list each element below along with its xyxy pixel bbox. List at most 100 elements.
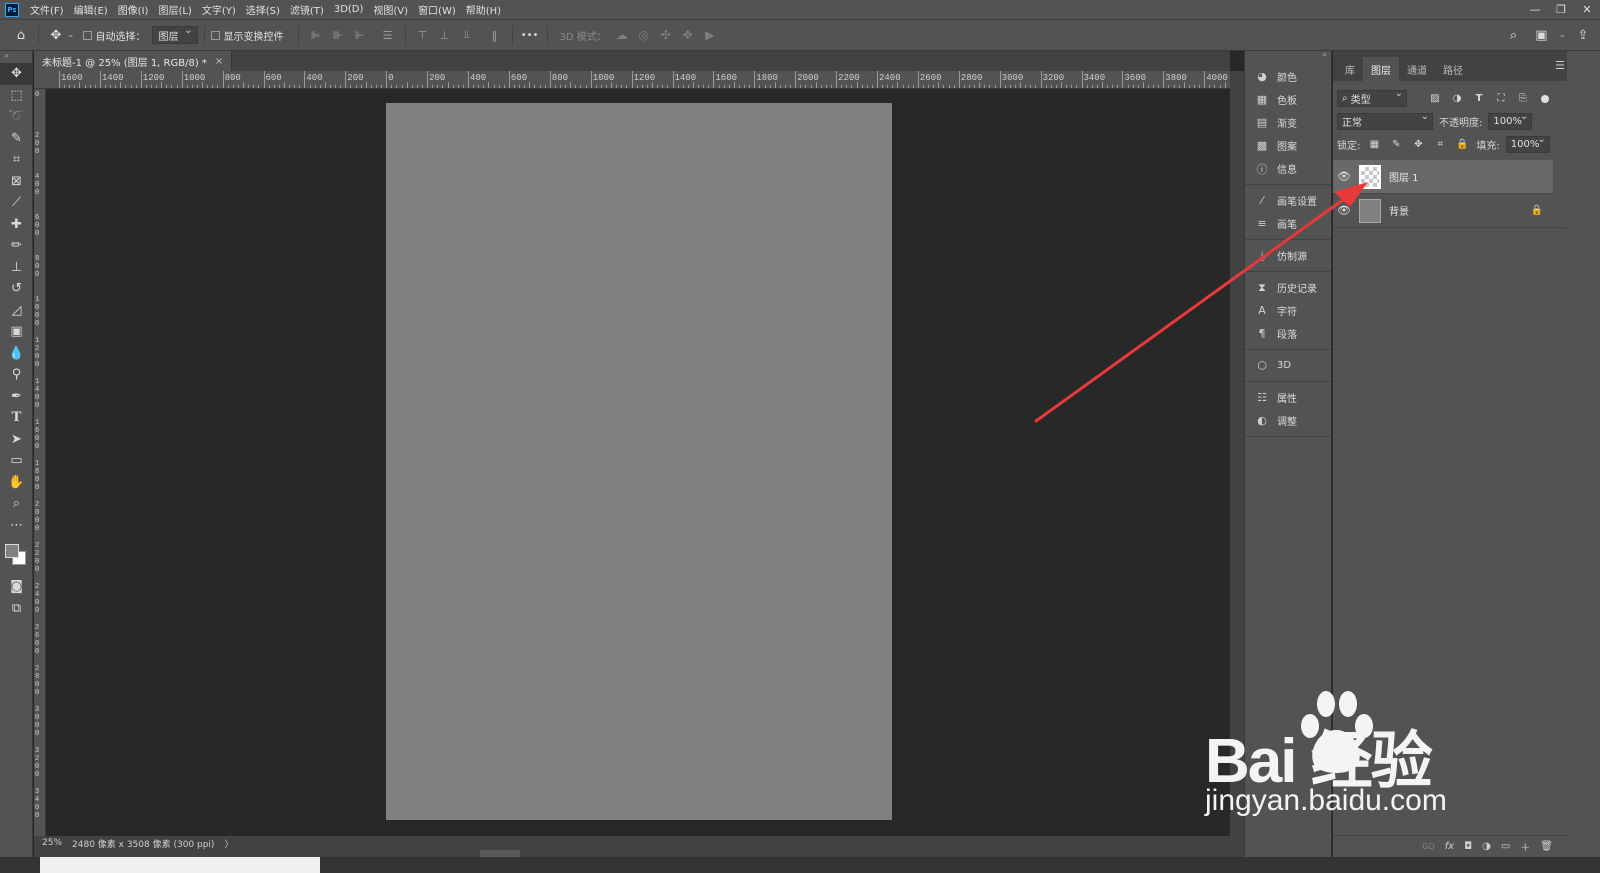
collapse-icon[interactable]: » [0, 51, 32, 63]
menu-image[interactable]: 图像(I) [113, 2, 154, 17]
checkbox-box[interactable] [210, 30, 220, 40]
eyedropper-tool-icon[interactable]: ⟋ [0, 192, 33, 214]
chevron-down-icon[interactable]: ⌄ [67, 30, 75, 40]
menu-help[interactable]: 帮助(H) [461, 2, 506, 17]
layer-row-layer-1[interactable]: 👁 图层 1 [1333, 160, 1553, 194]
align-top-icon[interactable]: ⊤ [412, 24, 434, 46]
add-mask-icon[interactable]: ◘ [1464, 841, 1472, 852]
new-layer-icon[interactable]: ＋ [1520, 839, 1530, 854]
close-button[interactable]: ✕ [1574, 0, 1600, 19]
panel-menu-icon[interactable]: ☰ [1555, 59, 1565, 72]
share-icon[interactable]: ⇪ [1572, 24, 1594, 46]
clone-stamp-tool-icon[interactable]: ⊥ [0, 257, 33, 279]
menu-view[interactable]: 视图(V) [368, 2, 413, 17]
menu-layer[interactable]: 图层(L) [153, 2, 196, 17]
dock-item-properties[interactable]: ☷ 属性 [1245, 386, 1331, 409]
tab-channels[interactable]: 通道 [1399, 57, 1435, 81]
collapse-icon[interactable]: « [1245, 51, 1331, 61]
lasso-tool-icon[interactable]: ➰ [0, 106, 33, 128]
blur-tool-icon[interactable]: 💧 [0, 343, 33, 365]
layer-name[interactable]: 背景 [1389, 203, 1409, 218]
move-tool-preset-icon[interactable]: ✥ [45, 24, 67, 46]
lock-all-icon[interactable]: 🔒 [1454, 139, 1470, 150]
menu-filter[interactable]: 滤镜(T) [285, 2, 329, 17]
adjustment-filter-icon[interactable]: ◑ [1449, 93, 1465, 104]
pen-tool-icon[interactable]: ✒ [0, 386, 33, 408]
foreground-color-swatch[interactable] [5, 544, 19, 558]
shape-tool-icon[interactable]: ▭ [0, 450, 33, 472]
tab-layers[interactable]: 图层 [1363, 57, 1399, 81]
edit-toolbar-icon[interactable]: ⋯ [0, 515, 33, 537]
layer-thumbnail[interactable] [1359, 198, 1381, 223]
layer-style-icon[interactable]: fx [1445, 841, 1454, 852]
auto-select-checkbox[interactable]: 自动选择： [82, 28, 146, 43]
menu-select[interactable]: 选择(S) [241, 2, 285, 17]
dock-item-paragraph[interactable]: ¶ 段落 [1245, 322, 1331, 345]
search-icon[interactable]: ⌕ [1502, 24, 1524, 46]
menu-window[interactable]: 窗口(W) [413, 2, 461, 17]
dock-item-brush-settings[interactable]: ⁄ 画笔设置 [1245, 189, 1331, 212]
lock-transparent-icon[interactable]: ▦ [1366, 139, 1382, 150]
link-layers-icon[interactable]: GO [1422, 842, 1435, 851]
zoom-tool-icon[interactable]: ⌕ [0, 493, 33, 515]
hand-tool-icon[interactable]: ✋ [0, 472, 33, 494]
eye-icon[interactable]: 👁 [1333, 204, 1355, 217]
workspace-icon[interactable]: ▣ [1530, 24, 1552, 46]
frame-tool-icon[interactable]: ⊠ [0, 171, 33, 193]
document-tab[interactable]: 未标题-1 @ 25% (图层 1, RGB/8) * × [34, 51, 233, 71]
quick-mask-icon[interactable]: ◙ [0, 576, 33, 598]
layer-row-background[interactable]: 👁 背景 🔒 [1333, 194, 1567, 228]
new-group-icon[interactable]: ▭ [1501, 841, 1510, 852]
dock-item-character[interactable]: A 字符 [1245, 299, 1331, 322]
checkbox-box[interactable] [82, 30, 92, 40]
more-options-icon[interactable]: ••• [519, 24, 541, 46]
dock-item-3d-cube[interactable]: ⬡ 3D [1245, 354, 1331, 377]
history-brush-tool-icon[interactable]: ↺ [0, 278, 33, 300]
marquee-tool-icon[interactable]: ⬚ [0, 85, 33, 107]
scale-3d-icon[interactable]: ▶ [699, 28, 721, 42]
filter-toggle[interactable] [1541, 94, 1549, 103]
lock-icon[interactable]: 🔒 [1531, 205, 1543, 216]
smart-object-filter-icon[interactable]: ⎘ [1515, 93, 1531, 104]
orbit-3d-icon[interactable]: ☁ [611, 28, 633, 42]
layer-thumbnail[interactable] [1359, 164, 1381, 189]
dock-item-history[interactable]: ⧗ 历史记录 [1245, 276, 1331, 299]
auto-select-dropdown[interactable]: 图层 [151, 25, 198, 44]
lock-artboard-icon[interactable]: ⌗ [1432, 139, 1448, 150]
close-icon[interactable]: × [215, 56, 223, 67]
new-adjustment-icon[interactable]: ◑ [1482, 841, 1491, 852]
zoom-level[interactable]: 25% [42, 838, 62, 848]
crop-tool-icon[interactable]: ⌗ [0, 149, 33, 171]
blend-mode-dropdown[interactable]: 正常 [1337, 111, 1433, 130]
dock-item-color-palette[interactable]: ◕ 颜色 [1245, 65, 1331, 88]
status-menu-arrow-icon[interactable]: 〉 [224, 837, 233, 850]
shape-filter-icon[interactable]: ⛶ [1493, 93, 1509, 104]
delete-layer-icon[interactable]: 🗑 [1540, 841, 1553, 852]
show-transform-checkbox[interactable]: 显示变换控件 [210, 28, 284, 43]
screen-mode-icon[interactable]: ⧉ [0, 598, 33, 620]
menu-3d[interactable]: 3D(D) [329, 4, 369, 15]
slide-3d-icon[interactable]: ✥ [677, 28, 699, 42]
fill-input[interactable]: 100% [1505, 134, 1550, 153]
menu-edit[interactable]: 编辑(E) [69, 2, 113, 17]
scrollbar-thumb[interactable] [480, 850, 520, 857]
align-hcenter-icon[interactable]: ⊪ [327, 24, 349, 46]
pan-3d-icon[interactable]: ✣ [655, 28, 677, 42]
lock-image-icon[interactable]: ✎ [1388, 139, 1404, 150]
dock-item-pattern[interactable]: ▩ 图案 [1245, 134, 1331, 157]
align-vcenter-icon[interactable]: ⊥ [434, 24, 456, 46]
brush-tool-icon[interactable]: ✏ [0, 235, 33, 257]
dodge-tool-icon[interactable]: ⚲ [0, 364, 33, 386]
menu-file[interactable]: 文件(F) [25, 2, 69, 17]
eye-icon[interactable]: 👁 [1333, 170, 1355, 183]
restore-button[interactable]: ❐ [1548, 0, 1574, 19]
align-left-icon[interactable]: ⊫ [305, 24, 327, 46]
gradient-tool-icon[interactable]: ▣ [0, 321, 33, 343]
quick-select-tool-icon[interactable]: ✎ [0, 128, 33, 150]
move-tool-icon[interactable]: ✥ [0, 63, 33, 85]
lock-position-icon[interactable]: ✥ [1410, 139, 1426, 150]
opacity-input[interactable]: 100% [1488, 111, 1533, 130]
menu-type[interactable]: 文字(Y) [197, 2, 241, 17]
dock-item-brushes[interactable]: ≡ 画笔 [1245, 212, 1331, 235]
tab-paths[interactable]: 路径 [1435, 57, 1471, 81]
